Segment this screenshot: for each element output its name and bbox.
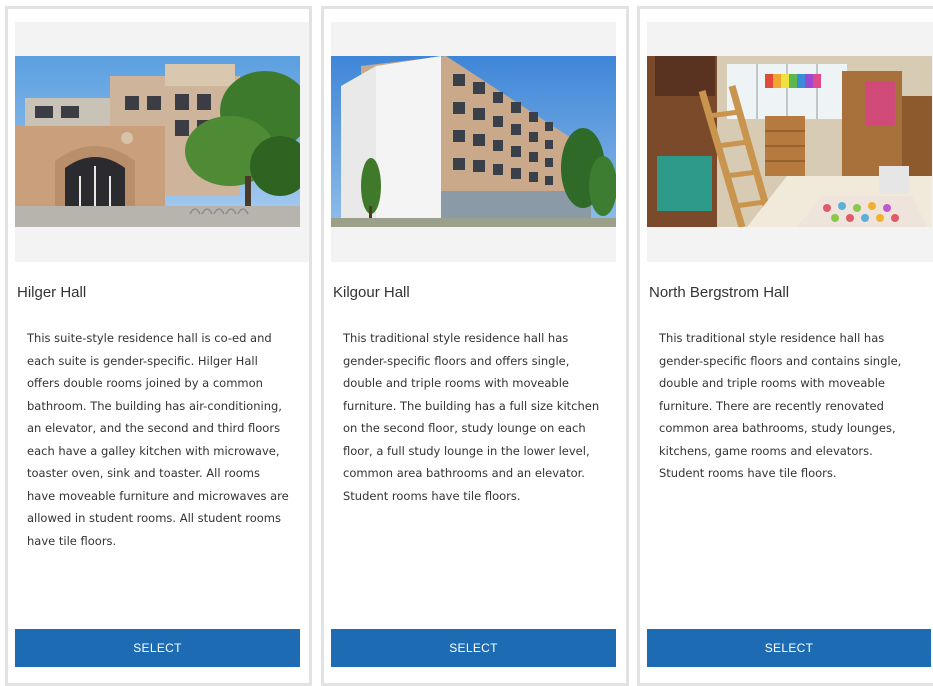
select-button[interactable]: SELECT: [15, 629, 300, 667]
card-title: Kilgour Hall: [333, 284, 410, 301]
card-title: Hilger Hall: [17, 284, 87, 301]
kilgour-hall-photo: [331, 56, 616, 227]
residence-card-kilgour: Kilgour Hall This traditional style resi…: [321, 6, 629, 686]
hilger-hall-photo: [15, 56, 300, 227]
card-description: This traditional style residence hall ha…: [343, 331, 600, 503]
select-button[interactable]: SELECT: [647, 629, 931, 667]
select-button[interactable]: SELECT: [331, 629, 616, 667]
card-image-panel: [331, 22, 616, 262]
card-description: This traditional style residence hall ha…: [659, 331, 902, 480]
residence-card-hilger: Hilger Hall This suite-style residence h…: [5, 6, 312, 686]
card-image-panel: [15, 22, 309, 262]
north-bergstrom-room-photo: [647, 56, 932, 227]
card-image-panel: [647, 22, 933, 262]
residence-card-north-bergstrom: North Bergstrom Hall This traditional st…: [637, 6, 933, 686]
card-title: North Bergstrom Hall: [649, 284, 790, 301]
card-description: This suite-style residence hall is co-ed…: [27, 331, 289, 548]
